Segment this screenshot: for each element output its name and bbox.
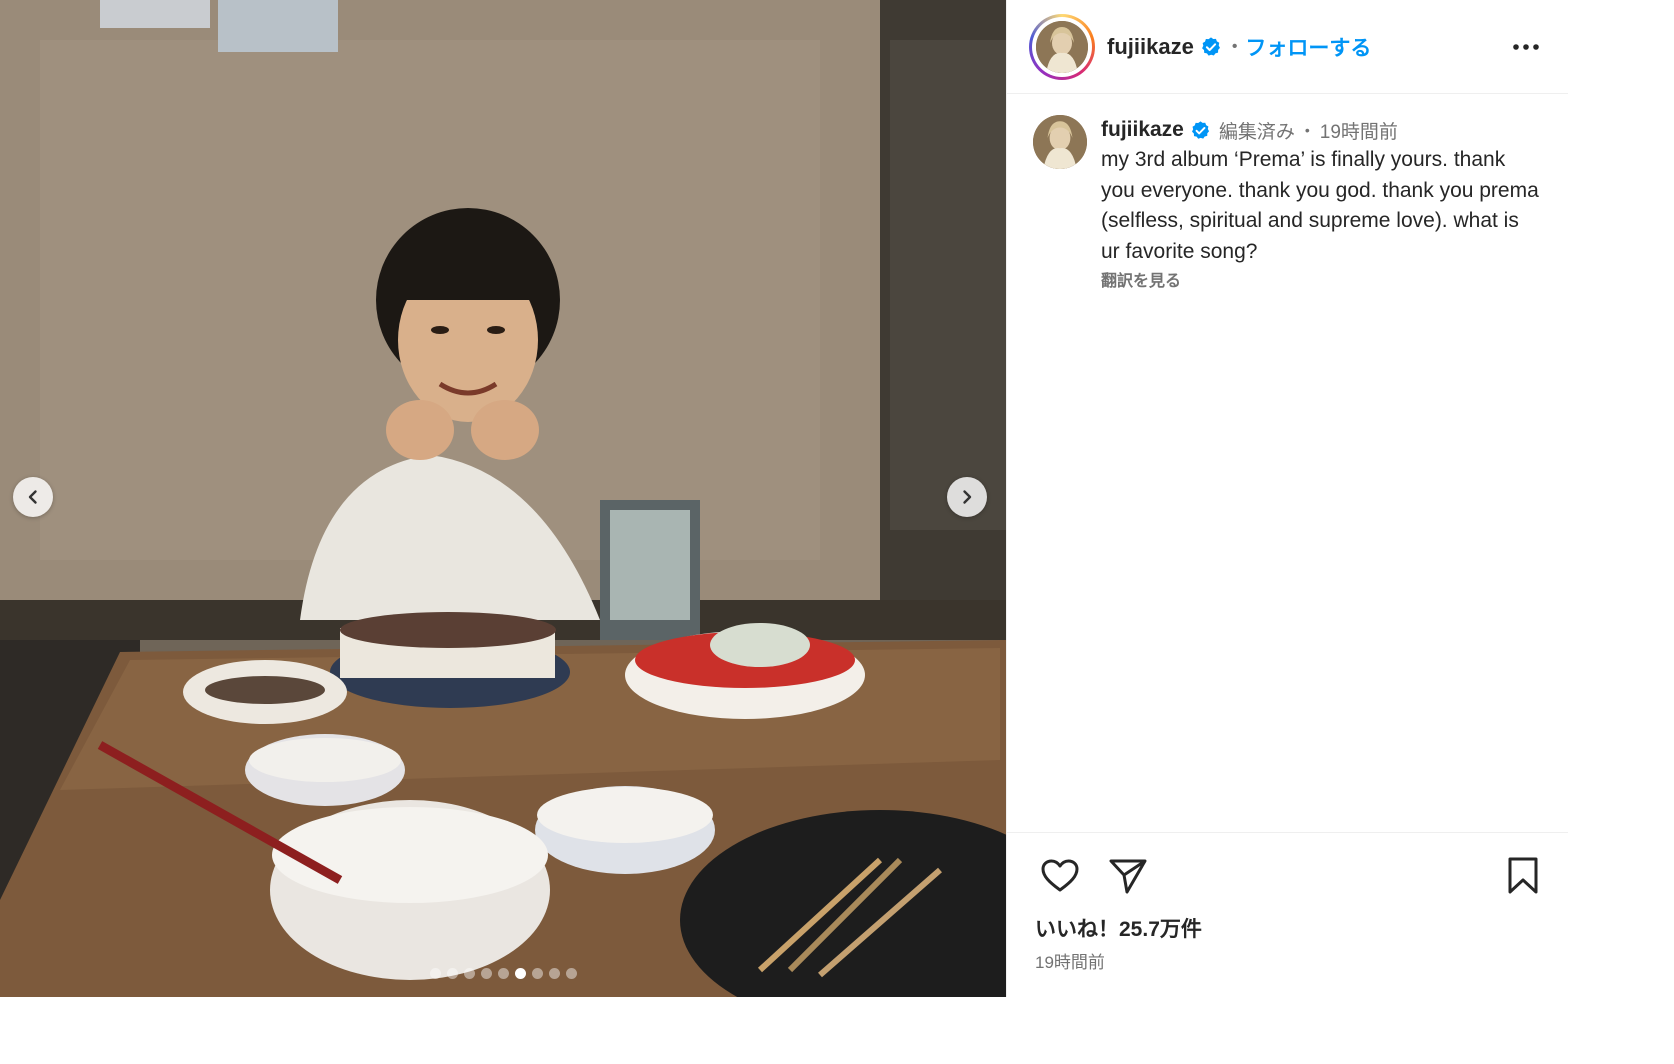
action-bar [1039, 855, 1149, 897]
post-caption: fujiikaze 編集済み • 19時間前 my 3rd album ‘Pre… [1033, 115, 1553, 291]
carousel-dot [565, 968, 577, 979]
avatar [1036, 20, 1088, 73]
caption-time[interactable]: 19時間前 [1320, 117, 1398, 144]
carousel-dot [531, 968, 543, 979]
share-icon [1109, 859, 1147, 894]
carousel-next-button[interactable] [947, 477, 987, 517]
chevron-right-icon [963, 490, 972, 504]
share-button[interactable] [1107, 855, 1149, 897]
post-side-panel: fujiikaze • フォローする fujiikaze 編集済み • 19時間… [1006, 0, 1568, 997]
see-translation-link[interactable]: 翻訳を見る [1101, 267, 1541, 291]
like-button[interactable] [1039, 855, 1081, 897]
chevron-left-icon [28, 490, 37, 504]
carousel-dot [463, 968, 475, 979]
posted-time[interactable]: 19時間前 [1035, 948, 1105, 973]
edited-label: 編集済み [1218, 121, 1295, 143]
post-header: fujiikaze • フォローする [1007, 0, 1568, 94]
post-actions-section: いいね！25.7万件 19時間前 [1007, 832, 1568, 997]
bookmark-icon [1508, 857, 1538, 894]
carousel-dot [446, 968, 458, 979]
instagram-post: fujiikaze • フォローする fujiikaze 編集済み • 19時間… [0, 0, 1568, 997]
verified-badge-icon [1200, 36, 1222, 58]
post-photo [0, 0, 1006, 997]
carousel-prev-button[interactable] [13, 477, 53, 517]
caption-separator: • [1304, 122, 1310, 138]
caption-username[interactable]: fujiikaze [1101, 118, 1184, 142]
carousel-dot [429, 968, 441, 979]
carousel-dot [480, 968, 492, 979]
author-username[interactable]: fujiikaze [1107, 34, 1194, 60]
caption-text: my 3rd album ‘Prema’ is finally yours. t… [1101, 148, 1539, 263]
verified-badge-icon [1190, 120, 1211, 141]
more-options-icon [1513, 44, 1539, 50]
post-media [0, 0, 1006, 997]
heart-icon [1041, 859, 1079, 892]
carousel-dot [514, 968, 526, 979]
header-separator: • [1231, 37, 1238, 55]
more-options-button[interactable] [1512, 33, 1540, 61]
caption-avatar[interactable] [1033, 115, 1087, 169]
carousel-dot [497, 968, 509, 979]
likes-count[interactable]: いいね！25.7万件 [1035, 913, 1202, 943]
carousel-dot [548, 968, 560, 979]
follow-button[interactable]: フォローする [1245, 32, 1371, 62]
carousel-indicator [0, 968, 1006, 979]
avatar-story-ring[interactable] [1029, 13, 1095, 80]
save-button[interactable] [1502, 855, 1544, 897]
